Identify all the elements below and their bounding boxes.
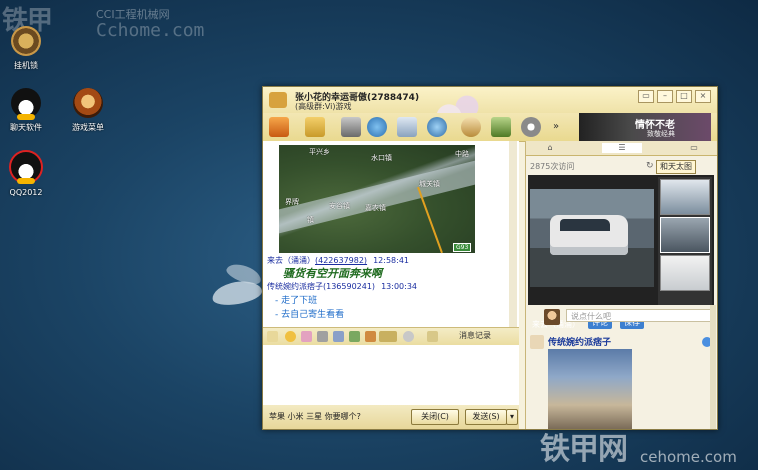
- music-icon[interactable]: [333, 331, 344, 342]
- thumbnail[interactable]: [660, 179, 710, 215]
- refresh-icon[interactable]: ↻: [646, 161, 654, 171]
- tab-files-icon[interactable]: ▭: [674, 143, 714, 153]
- window-subtitle: (高级群:Vi)游戏: [295, 102, 352, 111]
- message-time: 12:58:41: [373, 256, 409, 265]
- font-icon[interactable]: [267, 331, 278, 342]
- sender-qq[interactable]: (422637982): [315, 256, 367, 265]
- car-window: [560, 219, 610, 231]
- game-menu-icon: [73, 88, 103, 118]
- toolbar-more-button[interactable]: »: [553, 121, 559, 132]
- feed-avatar[interactable]: [530, 335, 544, 349]
- desktop-icon-game[interactable]: 游戏菜单: [58, 88, 118, 133]
- desktop-icon-label: 聊天软件: [10, 123, 42, 132]
- big-image-button[interactable]: 和天太图: [656, 160, 696, 174]
- ad-banner-subtitle: 致敬经典: [647, 130, 675, 138]
- expression-icon[interactable]: [403, 331, 414, 342]
- map-label: 水口镇: [371, 154, 392, 162]
- feed-author[interactable]: 传统婉约派痞子: [548, 335, 611, 348]
- close-window-button[interactable]: ×: [695, 90, 711, 103]
- shared-map-image[interactable]: 平兴乡 水口镇 中路 城关镇 界牌 安谷镇 嘉农镇 镇 G93: [279, 145, 475, 254]
- comment-input[interactable]: 说点什么吧: [566, 309, 712, 322]
- thumbnail[interactable]: [660, 217, 710, 253]
- group-chat-window: 张小花的幸运哥傲(2788474) (高级群:Vi)游戏 ▭ – □ × » 情…: [262, 86, 718, 430]
- map-label: 安谷镇: [329, 202, 350, 210]
- group-info-pane: ⌂ ☰ ▭ 2875次访问 ↻ 和天太图 来去（涌涌） 评论 保存 说点什么吧 …: [525, 141, 717, 429]
- skin-button[interactable]: ▭: [638, 90, 654, 103]
- avatar[interactable]: [544, 309, 560, 325]
- album-icon[interactable]: [341, 117, 361, 137]
- magic-emoji-icon[interactable]: [301, 331, 312, 342]
- car-photo[interactable]: [530, 189, 654, 287]
- input-preview-text: 苹果 小米 三星 你要哪个?: [269, 412, 361, 421]
- chat-message-text: - 走了下班: [275, 296, 318, 306]
- watermark-url: Cchome.com: [96, 20, 205, 41]
- voice-icon[interactable]: [367, 117, 387, 137]
- right-tabs: ⌂ ☰ ▭: [526, 141, 717, 156]
- desktop-icon-label: 挂机锁: [14, 61, 38, 70]
- message-record-button[interactable]: 消息记录: [459, 330, 491, 341]
- chat-message-text: 骚货有空开面奔来啊: [283, 267, 382, 280]
- image-icon[interactable]: [349, 331, 360, 342]
- photo-thumbnails: [658, 177, 712, 305]
- visit-count: 2875次访问: [530, 162, 575, 171]
- map-label: 界牌: [285, 198, 299, 206]
- chat-scrollbar[interactable]: [509, 141, 517, 327]
- notice-icon[interactable]: [397, 117, 417, 137]
- desktop-icon-label: QQ2012: [9, 188, 43, 197]
- message-time: 13:00:34: [381, 282, 417, 291]
- bubble-icon[interactable]: [427, 331, 438, 342]
- watermark-url-bottom: cehome.com: [640, 448, 737, 466]
- qq-penguin-icon: [11, 88, 41, 120]
- home-icon[interactable]: [269, 117, 289, 137]
- tab-list-icon[interactable]: ☰: [602, 143, 642, 153]
- app-icon[interactable]: [491, 117, 511, 137]
- map-label: 镇: [307, 216, 314, 224]
- video-icon[interactable]: [427, 117, 447, 137]
- map-road-badge: G93: [453, 243, 472, 252]
- teacup-icon[interactable]: [461, 117, 481, 137]
- desktop-icon-lock[interactable]: 挂机锁: [0, 26, 56, 71]
- send-button[interactable]: 发送(S): [465, 409, 507, 425]
- gift-icon[interactable]: [365, 331, 376, 342]
- map-label: 城关镇: [419, 180, 440, 188]
- sender-name[interactable]: 传统婉约派痞子: [267, 282, 323, 291]
- map-label: 平兴乡: [309, 148, 330, 156]
- group-avatar[interactable]: [269, 92, 287, 108]
- tab-members-icon[interactable]: ⌂: [530, 143, 570, 153]
- map-road: [417, 186, 443, 254]
- close-chat-button[interactable]: 关闭(C): [411, 409, 459, 425]
- sender-qq[interactable]: (136590241): [323, 282, 375, 291]
- window-titlebar[interactable]: 张小花的幸运哥傲(2788474) (高级群:Vi)游戏 ▭ – □ ×: [263, 87, 717, 137]
- desktop-icon-label: 游戏菜单: [72, 123, 104, 132]
- chat-message-header: 传统婉约派痞子(136590241) 13:00:34: [267, 281, 417, 292]
- emoji-icon[interactable]: [285, 331, 296, 342]
- thumbnail[interactable]: [660, 255, 710, 291]
- message-input[interactable]: [263, 345, 519, 405]
- map-label: 嘉农镇: [365, 204, 386, 212]
- photo-viewer[interactable]: 来去（涌涌） 评论 保存: [528, 175, 714, 329]
- chat-history[interactable]: 平兴乡 水口镇 中路 城关镇 界牌 安谷镇 嘉农镇 镇 G93 来去（涌涌）(4…: [263, 141, 519, 327]
- feed-photo[interactable]: [548, 349, 632, 429]
- window-controls: ▭ – □ ×: [638, 90, 711, 103]
- sender-name[interactable]: 来去（涌涌）: [267, 256, 315, 265]
- desktop-icon-qq2012[interactable]: QQ2012: [0, 150, 56, 197]
- qq2012-penguin-icon: [9, 150, 43, 184]
- folder-icon[interactable]: [305, 117, 325, 137]
- settings-gear-icon[interactable]: [521, 117, 541, 137]
- minimize-button[interactable]: –: [657, 90, 673, 103]
- right-scrollbar[interactable]: [710, 305, 716, 429]
- maximize-button[interactable]: □: [676, 90, 692, 103]
- map-label: 中路: [455, 150, 469, 158]
- screenshot-scissors-icon[interactable]: [379, 331, 397, 342]
- send-options-button[interactable]: ▾: [506, 409, 518, 425]
- lock-app-icon: [11, 26, 41, 56]
- chat-message-text: - 去自己寄生看看: [275, 310, 345, 320]
- watermark-brand-bottom: 铁甲网: [540, 432, 628, 467]
- desktop-icon-chat[interactable]: 聊天软件: [0, 88, 56, 133]
- nudge-icon[interactable]: [317, 331, 328, 342]
